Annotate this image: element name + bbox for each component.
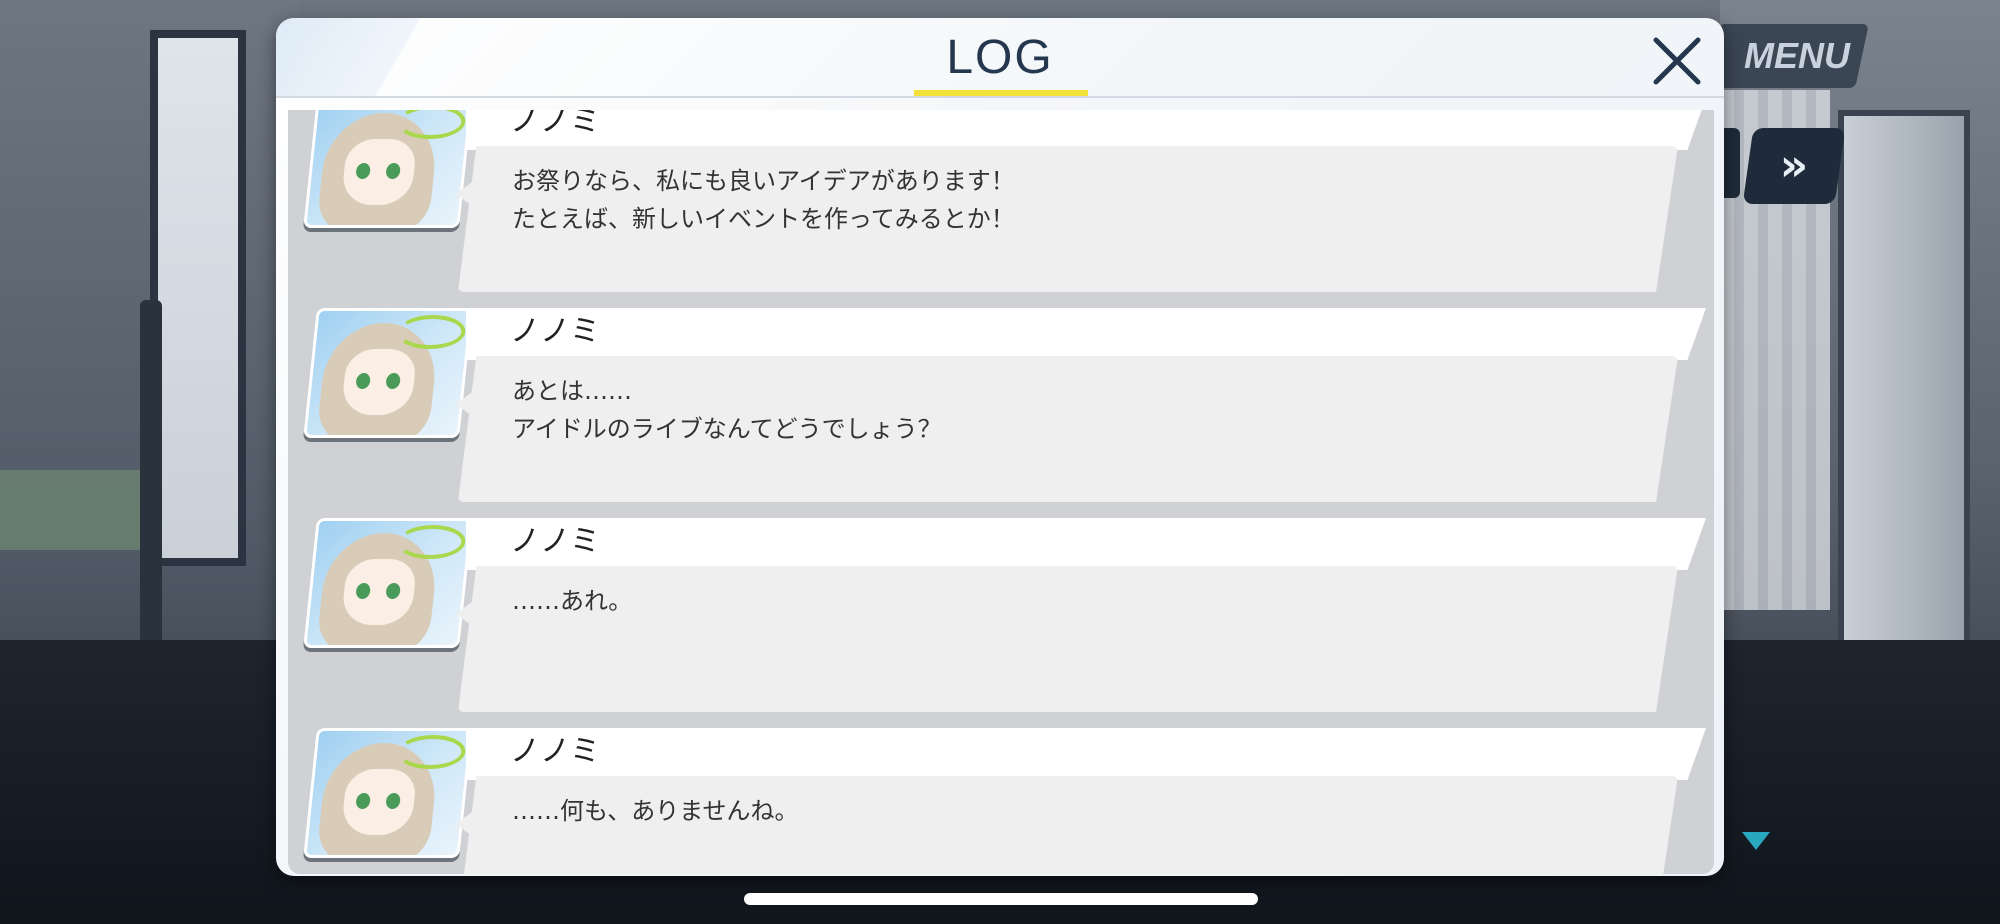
scroll-down-indicator-icon	[1742, 832, 1770, 850]
menu-button-label: MENU	[1744, 35, 1850, 76]
avatar	[303, 518, 473, 648]
speaker-name: ノノミ	[510, 314, 600, 349]
log-panel-header: LOG	[276, 18, 1724, 98]
dialogue-text: あとは…… アイドルのライブなんてどうでしょう？	[512, 372, 942, 448]
speaker-name: ノノミ	[510, 734, 600, 769]
close-button[interactable]	[1646, 30, 1708, 92]
log-panel: LOG ノノミ お祭りなら、私にも良いアイデアがあります！ たとえば、新しいイベ…	[276, 18, 1724, 876]
dialogue-line: アイドルのライブなんてどうでしょう？	[512, 415, 942, 443]
dialogue-line: あとは……	[512, 377, 632, 405]
log-scroll-area[interactable]: ノノミ お祭りなら、私にも良いアイデアがあります！ たとえば、新しいイベントを作…	[288, 110, 1714, 874]
window	[150, 30, 246, 566]
close-icon	[1653, 37, 1701, 85]
header-divider	[276, 96, 1724, 98]
fast-forward-icon: »	[1779, 140, 1809, 191]
dialogue-text: ……あれ。	[512, 582, 632, 620]
log-entry: ノノミ ……あれ。	[288, 518, 1714, 718]
speaker-name: ノノミ	[510, 110, 600, 139]
dialogue-bubble	[458, 566, 1678, 712]
dialogue-text: ……何も、ありませんね。	[512, 792, 799, 830]
speaker-name-bar	[466, 110, 1706, 150]
dialogue-line: ……あれ。	[512, 587, 633, 615]
home-indicator[interactable]	[744, 893, 1258, 905]
speaker-name-bar	[466, 518, 1706, 570]
log-entry: ノノミ あとは…… アイドルのライブなんてどうでしょう？	[288, 308, 1714, 508]
speaker-name-bar	[466, 728, 1706, 780]
dialogue-line: たとえば、新しいイベントを作ってみるとか！	[512, 205, 1015, 233]
fast-forward-button[interactable]: »	[1742, 128, 1846, 204]
speaker-name-bar	[466, 308, 1706, 360]
speaker-name: ノノミ	[510, 524, 600, 559]
dialogue-line: ……何も、ありませんね。	[512, 797, 799, 825]
page-title: LOG	[946, 31, 1054, 84]
dialogue-line: お祭りなら、私にも良いアイデアがあります！	[512, 167, 1015, 195]
avatar	[303, 728, 473, 858]
dialogue-text: お祭りなら、私にも良いアイデアがあります！ たとえば、新しいイベントを作ってみる…	[512, 162, 1015, 238]
avatar	[303, 308, 473, 438]
log-entry: ノノミ ……何も、ありませんね。	[288, 728, 1714, 874]
menu-button[interactable]: MENU	[1705, 24, 1869, 88]
avatar	[303, 110, 473, 228]
log-entry: ノノミ お祭りなら、私にも良いアイデアがあります！ たとえば、新しいイベントを作…	[288, 110, 1714, 298]
